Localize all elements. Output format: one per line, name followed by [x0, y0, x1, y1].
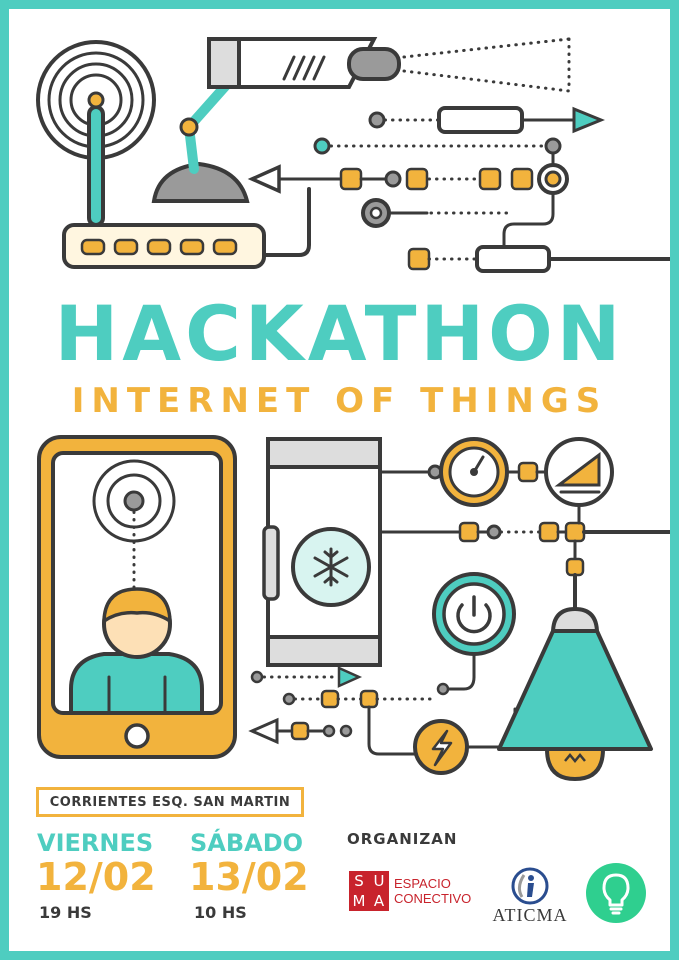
day-1-date: 12/02: [36, 855, 156, 899]
suma-letter-u: U: [373, 872, 385, 890]
aticma-logo: ATICMA: [487, 867, 573, 926]
day-2-name: SÁBADO: [190, 829, 304, 857]
power-icon: [432, 572, 516, 696]
gauge-icon: [427, 437, 547, 507]
suma-letter-s: S: [354, 872, 364, 890]
lightning-icon: [413, 707, 517, 775]
event-title: HACKATHON: [54, 289, 625, 378]
signal-icon: [544, 437, 614, 507]
day-1-name: VIERNES: [37, 829, 154, 857]
suma-logo: S U M A ESPACIO CONECTIVO: [349, 871, 471, 911]
address-box: CORRIENTES ESQ. SAN MARTIN: [36, 787, 304, 817]
suma-letter-a: A: [373, 892, 385, 910]
suma-logo-text: ESPACIO CONECTIVO: [394, 876, 471, 906]
day-2-date: 13/02: [189, 855, 309, 899]
suma-letter-m: M: [352, 892, 366, 910]
suma-line-1: ESPACIO: [394, 876, 451, 891]
suma-line-2: CONECTIVO: [394, 891, 472, 906]
suma-logo-mark: S U M A: [349, 871, 389, 911]
day-2-time: 10 HS: [194, 903, 247, 922]
aticma-name: ATICMA: [492, 905, 568, 925]
aticma-info-icon: [511, 867, 549, 905]
poster: .o { stroke:#3a3a3a; stroke-width:4; fil…: [9, 9, 670, 951]
circuit-lines-bottom: [248, 666, 436, 756]
organizers-label: ORGANIZAN: [347, 830, 458, 848]
event-subtitle: INTERNET OF THINGS: [71, 381, 608, 421]
circuit-lines-top: [247, 106, 670, 273]
lamp-icon: [497, 606, 653, 782]
day-1-time: 19 HS: [39, 903, 92, 922]
address-text: CORRIENTES ESQ. SAN MARTIN: [49, 794, 291, 810]
lightbulb-icon: [586, 863, 646, 923]
